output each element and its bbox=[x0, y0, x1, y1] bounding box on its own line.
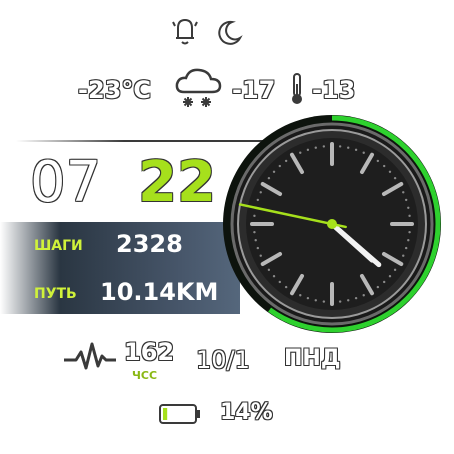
minute-dot bbox=[254, 239, 257, 242]
minute-dot bbox=[393, 268, 397, 272]
minute-dot bbox=[253, 214, 256, 218]
minute-dot bbox=[407, 239, 410, 242]
minute-dot bbox=[354, 296, 358, 300]
minute-dot bbox=[259, 254, 262, 257]
minute-dot bbox=[338, 300, 342, 303]
minute-dot bbox=[267, 176, 271, 180]
minute-dot bbox=[299, 294, 302, 297]
heart-rate-value: 162 bbox=[124, 338, 175, 366]
high-temperature: -17 bbox=[232, 76, 276, 104]
distance-value: 10.14KM bbox=[100, 278, 219, 306]
minute-dot bbox=[314, 146, 317, 149]
analog-clock bbox=[223, 115, 441, 333]
stats-panel: ШАГИ 2328 ПУТЬ 10.14KM bbox=[0, 222, 240, 314]
time-minutes: 22 bbox=[138, 150, 216, 215]
current-temperature: -23°C bbox=[78, 76, 151, 104]
battery-percent: 14% bbox=[220, 400, 273, 425]
minute-dot bbox=[347, 299, 350, 302]
minute-dot bbox=[388, 274, 392, 278]
minute-dot bbox=[284, 285, 288, 289]
minute-dot bbox=[376, 159, 380, 163]
center-pin bbox=[327, 219, 337, 229]
minute-dot bbox=[407, 206, 410, 209]
minute-dot bbox=[259, 191, 262, 194]
moon-icon bbox=[218, 20, 243, 45]
minute-dot bbox=[256, 198, 260, 202]
minute-dot bbox=[402, 254, 405, 257]
minute-dot bbox=[322, 300, 326, 303]
minute-dot bbox=[278, 164, 282, 168]
distance-label: ПУТЬ bbox=[34, 286, 77, 302]
minute-dot bbox=[314, 299, 317, 302]
battery-level bbox=[163, 408, 168, 420]
minute-dot bbox=[284, 159, 288, 163]
heartbeat-icon bbox=[64, 342, 116, 370]
minute-dot bbox=[306, 296, 310, 300]
minute-dot bbox=[408, 214, 411, 218]
date-weekday: ПНД bbox=[284, 346, 341, 371]
minute-dot bbox=[382, 164, 386, 168]
minute-dot bbox=[267, 268, 271, 272]
minute-dot bbox=[382, 280, 386, 284]
heart-rate-label: ЧСС bbox=[132, 369, 158, 382]
minute-dot bbox=[354, 148, 358, 152]
minute-dot bbox=[408, 230, 411, 234]
minute-dot bbox=[278, 280, 282, 284]
heart-rate-row: 162 ЧСС 10/1 ПНД bbox=[62, 336, 382, 386]
minute-dot bbox=[404, 198, 408, 202]
minute-dot bbox=[362, 294, 365, 297]
status-icons bbox=[168, 14, 248, 48]
minute-dot bbox=[404, 246, 408, 250]
weather-row: -23°C -17 -13 bbox=[78, 66, 378, 110]
minute-dot bbox=[402, 191, 405, 194]
minute-dot bbox=[253, 230, 256, 234]
minute-dot bbox=[272, 170, 276, 174]
minute-dot bbox=[306, 148, 310, 152]
minute-dot bbox=[272, 274, 276, 278]
low-temperature: -13 bbox=[312, 76, 356, 104]
thermometer-icon bbox=[292, 73, 302, 104]
minute-dot bbox=[376, 285, 380, 289]
minute-dot bbox=[299, 151, 302, 154]
minute-dot bbox=[322, 145, 326, 148]
minute-dot bbox=[347, 146, 350, 149]
time-hours: 07 bbox=[30, 150, 102, 215]
snow-cloud-icon bbox=[175, 68, 222, 107]
minute-dot bbox=[393, 176, 397, 180]
date-day-month: 10/1 bbox=[196, 346, 250, 374]
steps-value: 2328 bbox=[116, 230, 183, 258]
battery-row: 14% bbox=[158, 396, 298, 430]
minute-dot bbox=[388, 170, 392, 174]
minute-dot bbox=[256, 246, 260, 250]
battery-icon bbox=[159, 404, 200, 424]
steps-label: ШАГИ bbox=[34, 238, 83, 254]
minute-dot bbox=[338, 145, 342, 148]
minute-dot bbox=[362, 151, 365, 154]
